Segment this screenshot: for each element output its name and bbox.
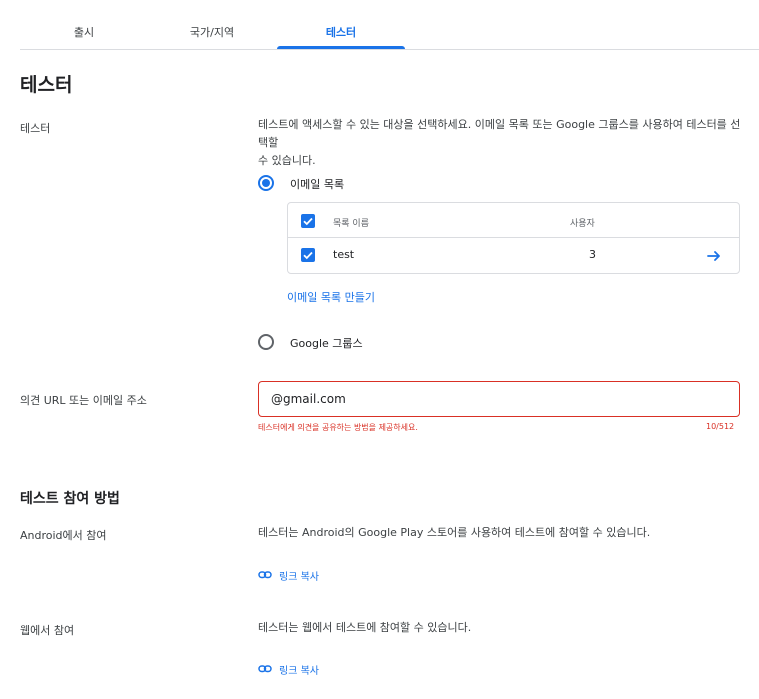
android-join-description: 테스터는 Android의 Google Play 스토어를 사용하여 테스트에… <box>258 526 651 539</box>
radio-email-list-label: 이메일 목록 <box>290 178 345 191</box>
link-icon <box>258 571 272 579</box>
tab-release[interactable]: 출시 <box>20 14 148 50</box>
row-list-name: test <box>333 248 355 261</box>
active-tab-indicator <box>277 46 405 49</box>
android-copy-link-label: 링크 복사 <box>279 572 319 583</box>
how-to-join-title: 테스트 참여 방법 <box>20 491 120 507</box>
tab-testers[interactable]: 테스터 <box>277 14 405 50</box>
tab-countries-regions[interactable]: 국가/지역 <box>148 14 276 50</box>
testers-description: 테스트에 액세스할 수 있는 대상을 선택하세요. 이메일 목록 또는 Goog… <box>258 116 748 170</box>
feedback-label: 의견 URL 또는 이메일 주소 <box>20 394 147 407</box>
page-title: 테스터 <box>20 74 73 96</box>
email-list-table-header: 목록 이름 사용자 <box>288 203 739 238</box>
radio-email-list[interactable] <box>258 175 274 191</box>
radio-google-groups[interactable] <box>258 334 274 350</box>
column-header-users: 사용자 <box>570 219 595 229</box>
column-header-list-name: 목록 이름 <box>333 219 369 229</box>
check-icon <box>303 251 313 260</box>
select-all-checkbox[interactable] <box>301 214 315 228</box>
email-list-table: 목록 이름 사용자 test 3 <box>287 202 740 274</box>
feedback-char-counter: 10/512 <box>706 422 735 431</box>
feedback-error-text: 테스터에게 의견을 공유하는 방법을 제공하세요. <box>258 423 418 432</box>
tab-bar: 출시 국가/지역 테스터 <box>20 14 759 50</box>
check-icon <box>303 217 313 226</box>
feedback-input[interactable] <box>271 382 731 416</box>
testers-description-line2: 수 있습니다. <box>258 154 316 167</box>
create-email-list-link[interactable]: 이메일 목록 만들기 <box>287 289 375 305</box>
testers-description-line1: 테스트에 액세스할 수 있는 대상을 선택하세요. 이메일 목록 또는 Goog… <box>258 118 741 149</box>
web-join-description: 테스터는 웹에서 테스트에 참여할 수 있습니다. <box>258 621 472 634</box>
row-checkbox[interactable] <box>301 248 315 262</box>
row-users-count: 3 <box>589 248 596 261</box>
feedback-field <box>258 381 740 417</box>
web-join-label: 웹에서 참여 <box>20 624 75 637</box>
radio-google-groups-label: Google 그룹스 <box>290 337 363 350</box>
arrow-right-icon[interactable] <box>706 248 722 264</box>
testers-label: 테스터 <box>20 122 51 135</box>
web-copy-link-label: 링크 복사 <box>279 666 319 677</box>
link-icon <box>258 665 272 673</box>
android-join-label: Android에서 참여 <box>20 529 107 542</box>
